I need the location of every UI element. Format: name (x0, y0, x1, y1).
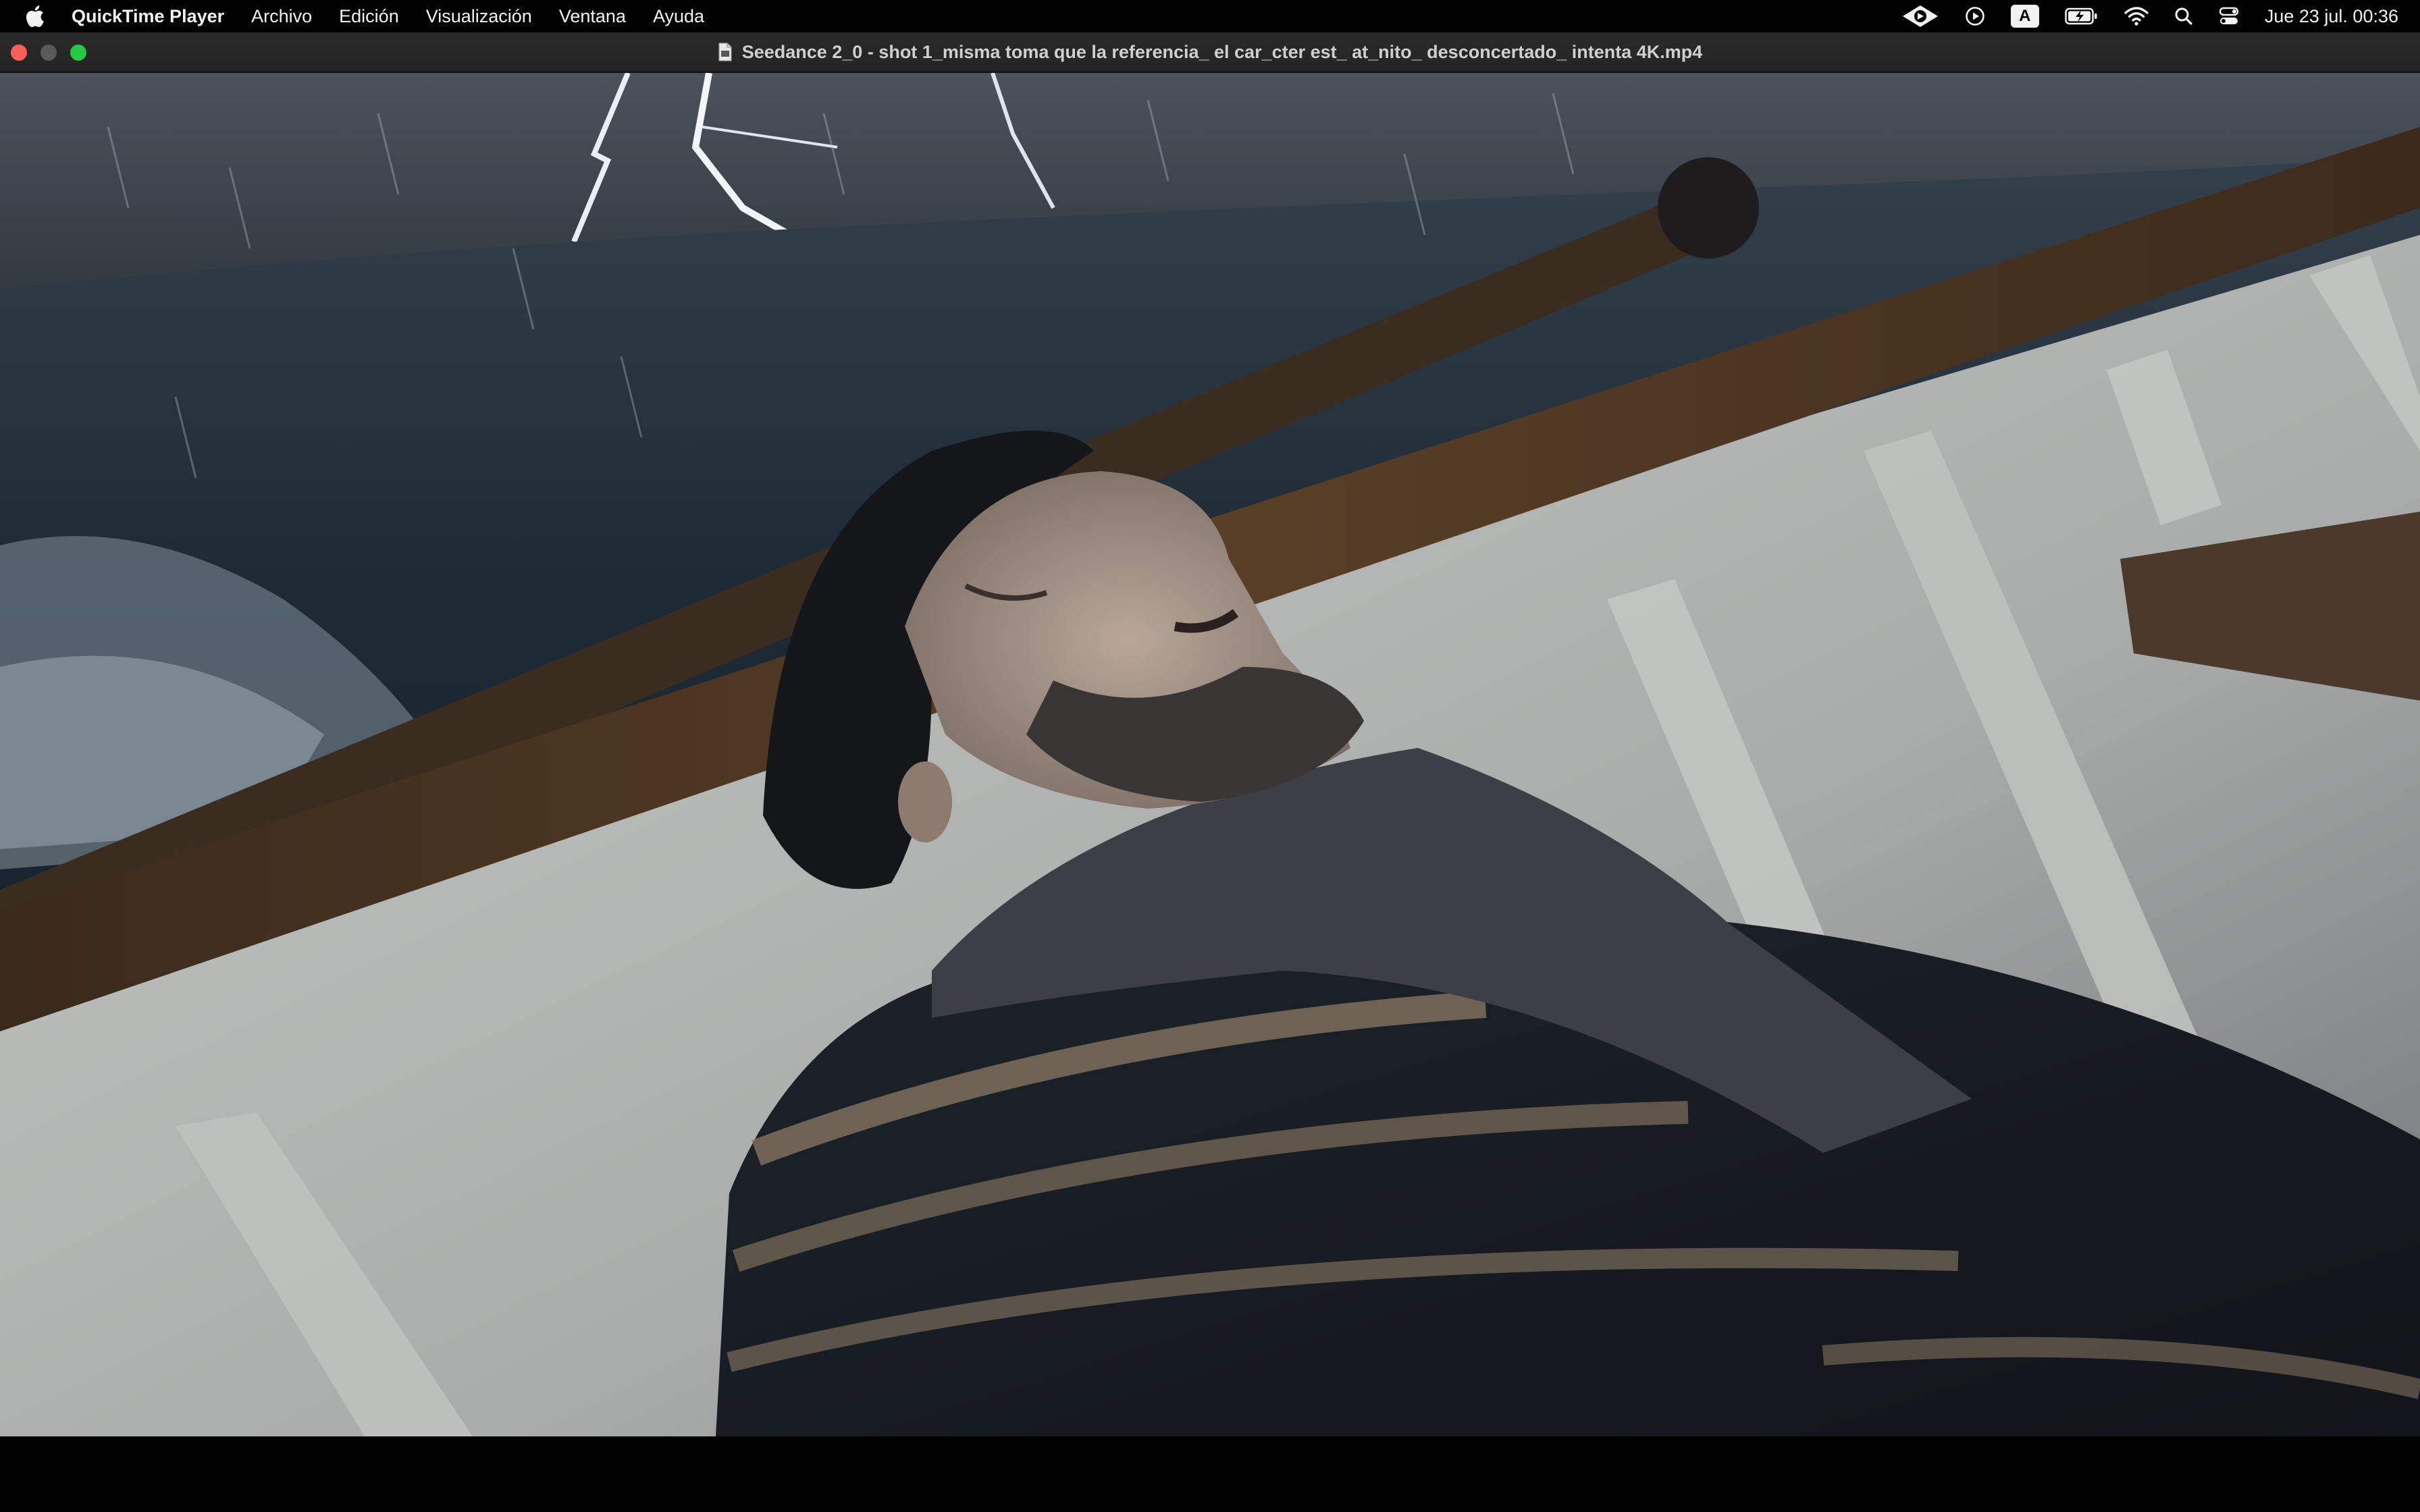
menu-ventana[interactable]: Ventana (559, 6, 626, 27)
window-controls (11, 45, 100, 61)
video-still-image (0, 73, 2420, 1436)
window-title: Seedance 2_0 - shot 1_misma toma que la … (741, 41, 1703, 62)
video-frame[interactable] (0, 73, 2420, 1436)
menu-bar-left: QuickTime Player Archivo Edición Visuali… (24, 0, 731, 32)
menu-app-name[interactable]: QuickTime Player (72, 6, 224, 27)
window-title-group: Seedance 2_0 - shot 1_misma toma que la … (718, 41, 1703, 63)
video-letterbox (0, 1436, 2420, 1512)
spotlight-search-icon[interactable] (2174, 7, 2193, 26)
airplay-cast-icon[interactable] (1901, 4, 1939, 28)
control-center-icon[interactable] (2219, 7, 2239, 26)
menu-ayuda[interactable]: Ayuda (653, 6, 704, 27)
menu-archivo[interactable]: Archivo (251, 6, 312, 27)
menu-bar-status: A Jue 23 jul. 00:36 (1876, 0, 2398, 32)
battery-charging-icon[interactable] (2065, 7, 2099, 25)
menu-edicion[interactable]: Edición (339, 6, 399, 27)
input-source-badge[interactable]: A (2010, 5, 2039, 28)
close-button[interactable] (11, 45, 27, 61)
wifi-icon[interactable] (2124, 7, 2149, 26)
menu-bar: QuickTime Player Archivo Edición Visuali… (0, 0, 2420, 32)
minimize-button[interactable] (41, 45, 57, 61)
menu-visualizacion[interactable]: Visualización (426, 6, 532, 27)
apple-icon[interactable] (24, 5, 45, 28)
menu-bar-clock[interactable]: Jue 23 jul. 00:36 (2265, 6, 2398, 27)
video-file-icon (718, 43, 732, 61)
window-title-bar[interactable]: Seedance 2_0 - shot 1_misma toma que la … (0, 32, 2420, 73)
play-circle-icon[interactable] (1965, 6, 1985, 26)
zoom-button[interactable] (70, 45, 86, 61)
